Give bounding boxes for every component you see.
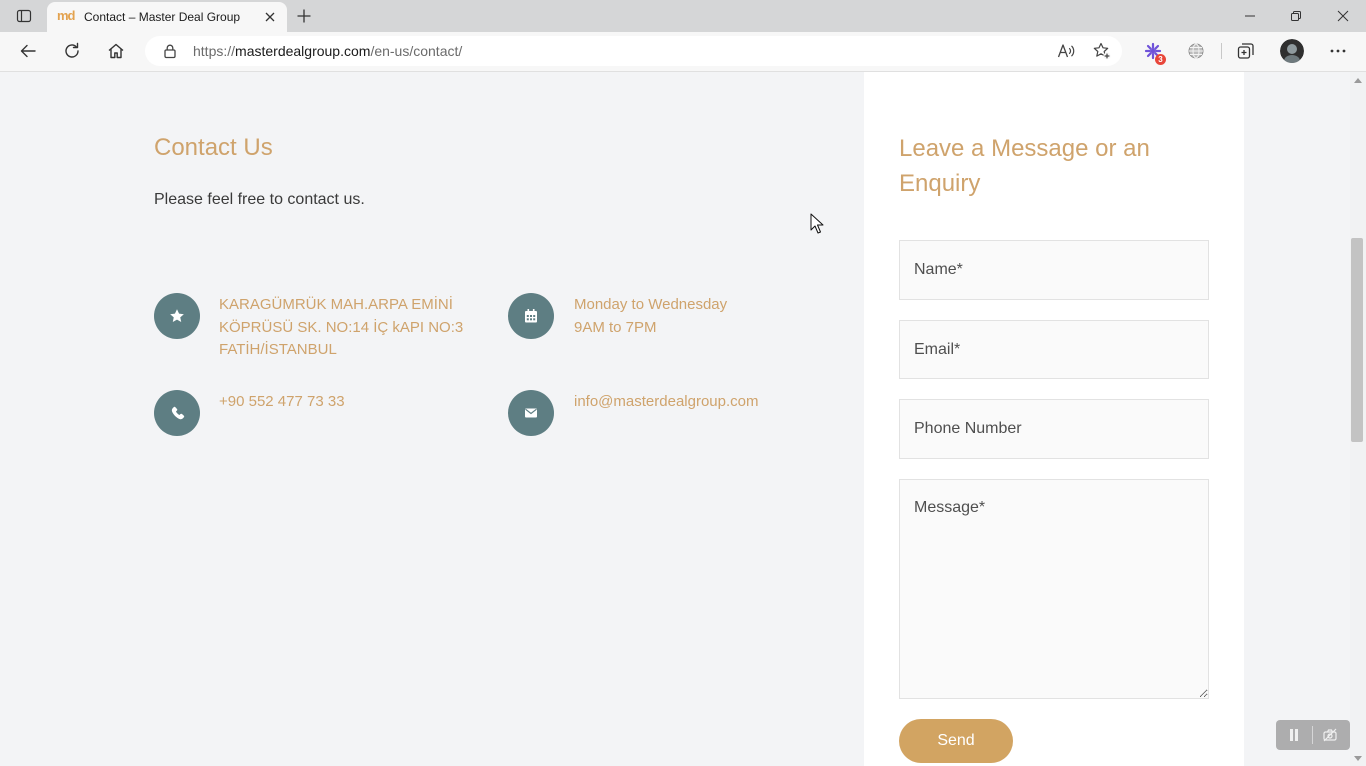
tab-title: Contact – Master Deal Group [84, 10, 241, 24]
widget-divider [1312, 726, 1313, 744]
contact-item-address: KARAGÜMRÜK MAH.ARPA EMİNİ KÖPRÜSÜ SK. NO… [154, 293, 484, 373]
address-line: KARAGÜMRÜK MAH.ARPA EMİNİ [219, 296, 453, 313]
contact-item-email: info@masterdealgroup.com [508, 390, 838, 470]
browser-essentials-button[interactable] [1180, 35, 1212, 67]
page-title: Contact Us [154, 134, 273, 161]
contact-intro: Please feel free to contact us. [154, 191, 365, 208]
collections-button[interactable] [1230, 35, 1262, 67]
extension-badge: 3 [1155, 54, 1166, 65]
triangle-down-icon [1354, 755, 1362, 761]
hours-line: 9AM to 7PM [574, 318, 657, 336]
browser-toolbar: https://masterdealgroup.com/en-us/contac… [0, 32, 1366, 72]
enquiry-form-panel: Leave a Message or an Enquiry Send [864, 72, 1244, 766]
tab-favicon: md [57, 8, 76, 23]
collections-icon [1236, 41, 1256, 61]
email-link[interactable]: info@masterdealgroup.com [574, 391, 758, 414]
url-text[interactable]: https://masterdealgroup.com/en-us/contac… [193, 36, 462, 66]
contact-item-hours: Monday to Wednesday 9AM to 7PM [508, 293, 838, 373]
address-icon-circle [154, 293, 200, 339]
send-button[interactable]: Send [899, 719, 1013, 763]
contact-info-section: Contact Us Please feel free to contact u… [0, 72, 864, 766]
email-icon-circle [508, 390, 554, 436]
back-button[interactable] [12, 35, 44, 67]
pause-button[interactable] [1282, 723, 1306, 747]
extension-button[interactable]: 3 [1137, 35, 1169, 67]
name-input[interactable] [899, 240, 1209, 300]
scroll-thumb[interactable] [1351, 238, 1363, 442]
mouse-cursor [810, 213, 824, 235]
read-aloud-button[interactable] [1052, 36, 1080, 66]
hours-text: Monday to Wednesday 9AM to 7PM [574, 294, 727, 339]
hours-line: Monday to Wednesday [574, 296, 728, 313]
calendar-icon [523, 308, 539, 324]
phone-text[interactable]: +90 552 477 73 33 [219, 391, 345, 414]
refresh-icon [62, 41, 82, 61]
plus-icon [296, 8, 312, 24]
tab-actions-button[interactable] [10, 4, 38, 28]
pause-icon [1289, 729, 1299, 741]
scroll-down-button[interactable] [1350, 752, 1366, 764]
lock-icon[interactable] [162, 43, 178, 59]
close-icon [1337, 10, 1349, 22]
phone-icon [169, 405, 186, 422]
form-title: Leave a Message or an Enquiry [899, 135, 1150, 197]
globe-icon [1187, 42, 1205, 60]
scroll-up-button[interactable] [1350, 74, 1366, 86]
tab-strip: md Contact – Master Deal Group [0, 0, 1366, 32]
restore-icon [1290, 10, 1302, 22]
star-icon [168, 307, 186, 325]
minimize-icon [1244, 10, 1256, 22]
toolbar-separator [1221, 43, 1222, 59]
email-text[interactable]: info@masterdealgroup.com [574, 391, 758, 414]
window-close-button[interactable] [1320, 0, 1366, 32]
address-bar[interactable]: https://masterdealgroup.com/en-us/contac… [145, 36, 1122, 66]
active-tab[interactable]: md Contact – Master Deal Group [47, 2, 287, 32]
address-text: KARAGÜMRÜK MAH.ARPA EMİNİ KÖPRÜSÜ SK. NO… [219, 294, 463, 362]
page-scrollbar[interactable] [1350, 72, 1366, 766]
recording-widget [1276, 720, 1350, 750]
camera-off-icon [1323, 728, 1337, 742]
tab-actions-icon [16, 8, 32, 24]
url-host: masterdealgroup.com [235, 43, 371, 59]
more-icon [1328, 41, 1348, 61]
home-button[interactable] [100, 35, 132, 67]
read-aloud-icon [1056, 41, 1076, 61]
close-icon [264, 11, 276, 23]
phone-icon-circle [154, 390, 200, 436]
address-line: FATİH/İSTANBUL [219, 341, 337, 358]
url-path: /en-us/contact/ [370, 43, 463, 59]
minimize-button[interactable] [1227, 0, 1273, 32]
back-arrow-icon [18, 41, 38, 61]
message-textarea[interactable] [899, 479, 1209, 699]
favorites-add-icon [1092, 41, 1112, 61]
phone-input[interactable] [899, 399, 1209, 459]
more-options-button[interactable] [1322, 35, 1354, 67]
add-favorite-button[interactable] [1088, 36, 1116, 66]
camera-toggle-button[interactable] [1318, 723, 1342, 747]
address-line: KÖPRÜSÜ SK. NO:14 İÇ kAPI NO:3 [219, 318, 464, 336]
hours-icon-circle [508, 293, 554, 339]
home-icon [106, 41, 126, 61]
new-tab-button[interactable] [290, 2, 318, 30]
refresh-button[interactable] [56, 35, 88, 67]
tab-close-button[interactable] [261, 8, 279, 26]
contact-item-phone: +90 552 477 73 33 [154, 390, 484, 470]
triangle-up-icon [1354, 77, 1362, 83]
restore-button[interactable] [1273, 0, 1319, 32]
email-input[interactable] [899, 320, 1209, 379]
url-scheme: https:// [193, 43, 236, 59]
phone-number-link[interactable]: +90 552 477 73 33 [219, 391, 345, 414]
profile-avatar[interactable] [1280, 39, 1304, 63]
envelope-icon [523, 405, 539, 421]
